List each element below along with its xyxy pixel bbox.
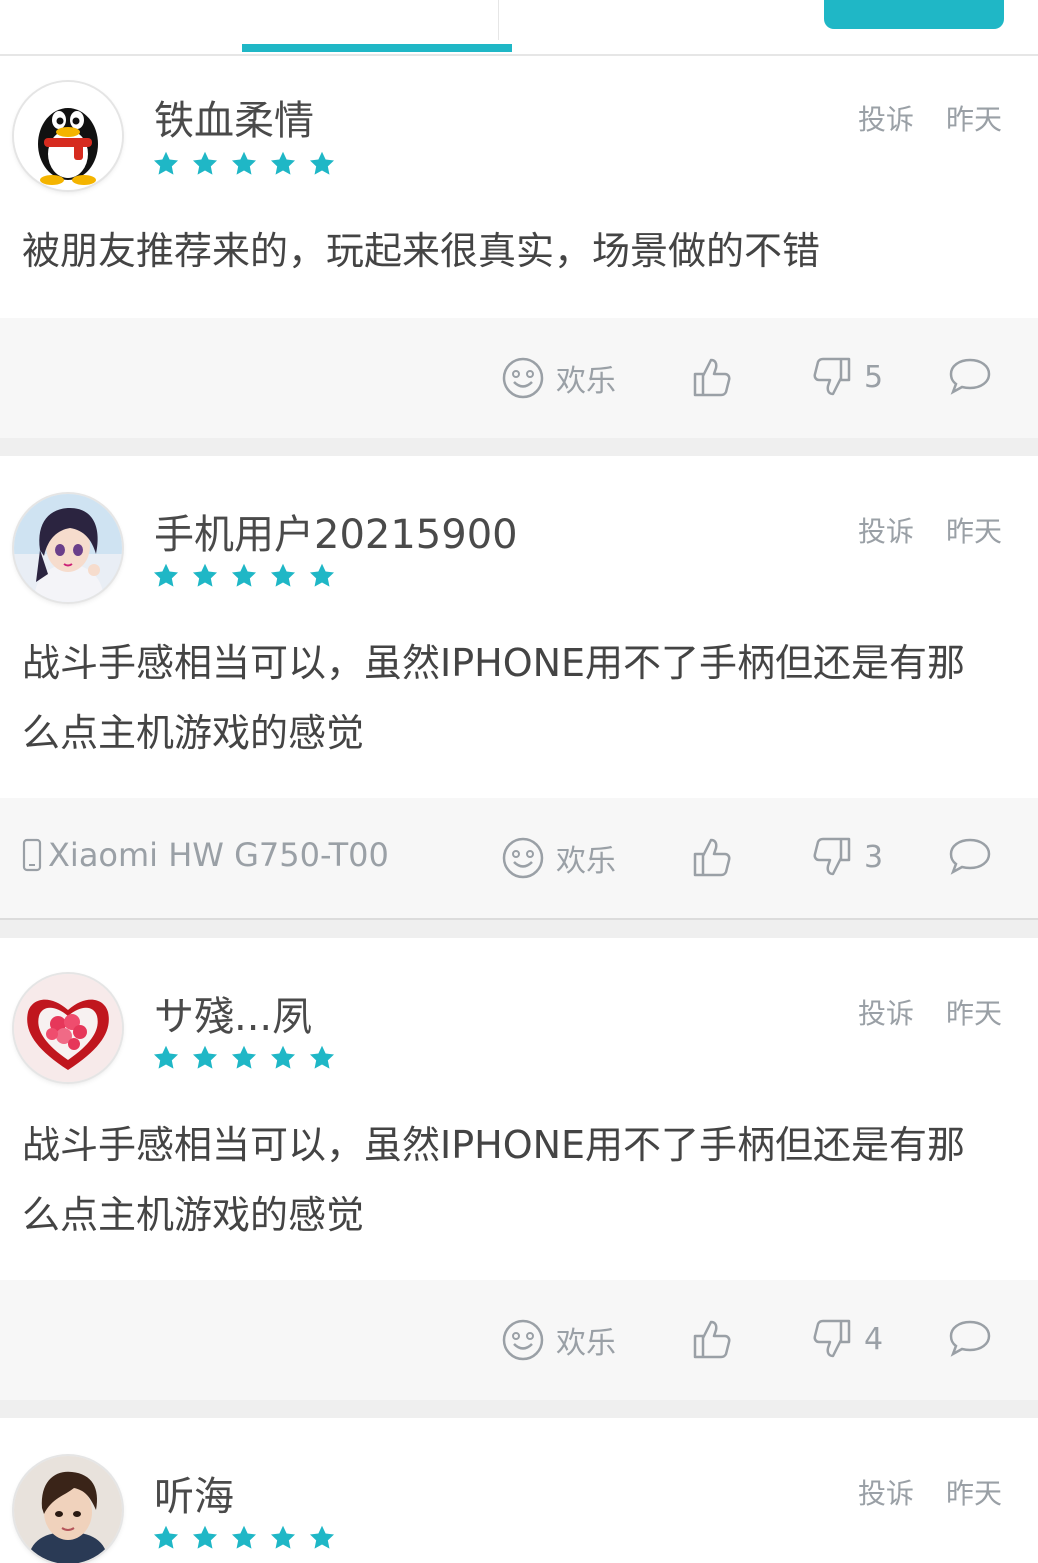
top-tab-bar — [0, 0, 1038, 56]
star-icon — [192, 1525, 218, 1549]
avatar[interactable] — [14, 974, 122, 1082]
thumbs-down-icon — [813, 837, 851, 876]
device-name: Xiaomi HW G750-T00 — [48, 836, 389, 874]
star-icon — [270, 151, 296, 175]
review-card: 听海 投诉 昨天 — [0, 1418, 1038, 1563]
complain-link[interactable]: 投诉 — [858, 1472, 914, 1512]
username[interactable]: 听海 — [154, 1464, 234, 1522]
complain-link[interactable]: 投诉 — [858, 98, 914, 138]
star-icon — [270, 563, 296, 587]
reply-button[interactable] — [948, 836, 992, 876]
review-time: 昨天 — [945, 1477, 1002, 1510]
review-meta: 投诉 昨天 — [858, 98, 1002, 138]
star-icon — [231, 563, 257, 587]
star-icon — [153, 1525, 179, 1549]
username[interactable]: 手机用户20215900 — [154, 502, 518, 560]
star-icon — [309, 1525, 335, 1549]
dislike-count: 4 — [864, 1321, 884, 1357]
review-content: 被朋友推荐来的，玩起来很真实，场景做的不错 — [22, 229, 821, 273]
review-content: 战斗手感相当可以，虽然IPHONE用不了手柄但还是有那么点主机游戏的感觉 — [22, 641, 966, 755]
star-icon — [270, 1525, 296, 1549]
qq-penguin-avatar-icon — [14, 82, 122, 190]
like-button[interactable] — [692, 1318, 732, 1360]
review-meta: 投诉 昨天 — [858, 1472, 1002, 1512]
thumbs-up-icon — [693, 838, 731, 877]
dislike-button[interactable]: 3 — [812, 836, 883, 878]
rating-stars — [152, 1524, 336, 1552]
star-icon — [153, 563, 179, 587]
tab-divider — [498, 0, 499, 40]
star-icon — [231, 1045, 257, 1069]
rating-stars — [152, 150, 336, 178]
star-icon — [192, 1045, 218, 1069]
review-time: 昨天 — [945, 515, 1002, 548]
like-button[interactable] — [692, 356, 732, 398]
avatar[interactable] — [14, 494, 122, 602]
review-time: 昨天 — [945, 997, 1002, 1030]
complain-link[interactable]: 投诉 — [858, 992, 914, 1032]
separator — [0, 438, 1038, 456]
username[interactable]: 铁血柔情 — [154, 88, 314, 146]
mood-label: 欢乐 — [556, 364, 616, 399]
rating-stars — [152, 1044, 336, 1072]
username[interactable]: サ殘...夙 — [154, 984, 312, 1042]
mood-label: 欢乐 — [556, 844, 616, 879]
star-icon — [153, 1045, 179, 1069]
review-meta: 投诉 昨天 — [858, 992, 1002, 1032]
smiley-icon — [502, 837, 544, 879]
review-actions-bar: 欢乐 4 — [0, 1280, 1038, 1402]
comment-icon — [949, 1320, 991, 1357]
thumbs-down-icon — [813, 1319, 851, 1358]
phone-icon — [22, 838, 42, 872]
dislike-count: 5 — [864, 359, 884, 395]
star-icon — [309, 151, 335, 175]
star-icon — [231, 151, 257, 175]
mood-label: 欢乐 — [556, 1326, 616, 1361]
heart-strawberry-avatar-icon — [14, 974, 122, 1082]
star-icon — [192, 563, 218, 587]
separator — [0, 1400, 1038, 1418]
avatar[interactable] — [14, 82, 122, 190]
thumbs-up-icon — [693, 358, 731, 397]
anime-girl-avatar-icon — [14, 494, 122, 602]
review-card: サ殘...夙 投诉 昨天 战斗手感相当可以，虽然IPHONE用不了手柄但还是有那… — [0, 938, 1038, 1402]
mood-button[interactable]: 欢乐 — [502, 836, 616, 880]
top-action-button[interactable] — [824, 0, 1004, 29]
review-card: 手机用户20215900 投诉 昨天 战斗手感相当可以，虽然IPHONE用不了手… — [0, 456, 1038, 920]
mood-button[interactable]: 欢乐 — [502, 356, 616, 400]
mood-button[interactable]: 欢乐 — [502, 1318, 616, 1362]
star-icon — [231, 1525, 257, 1549]
star-icon — [309, 1045, 335, 1069]
rating-stars — [152, 562, 336, 590]
comment-icon — [949, 838, 991, 875]
dislike-button[interactable]: 5 — [812, 356, 883, 398]
review-time: 昨天 — [945, 103, 1002, 136]
dislike-count: 3 — [864, 839, 884, 875]
thumbs-down-icon — [813, 357, 851, 396]
like-button[interactable] — [692, 836, 732, 878]
boy-portrait-avatar-icon — [14, 1456, 122, 1563]
star-icon — [309, 563, 335, 587]
thumbs-up-icon — [693, 1320, 731, 1359]
star-icon — [192, 151, 218, 175]
active-tab-indicator[interactable] — [242, 44, 512, 52]
review-content: 战斗手感相当可以，虽然IPHONE用不了手柄但还是有那么点主机游戏的感觉 — [22, 1123, 966, 1237]
review-meta: 投诉 昨天 — [858, 510, 1002, 550]
dislike-button[interactable]: 4 — [812, 1318, 883, 1360]
review-actions-bar: 欢乐 5 — [0, 318, 1038, 440]
smiley-icon — [502, 357, 544, 399]
star-icon — [270, 1045, 296, 1069]
reply-button[interactable] — [948, 356, 992, 396]
avatar[interactable] — [14, 1456, 122, 1563]
complain-link[interactable]: 投诉 — [858, 510, 914, 550]
star-icon — [153, 151, 179, 175]
smiley-icon — [502, 1319, 544, 1361]
comment-icon — [949, 358, 991, 395]
device-info: Xiaomi HW G750-T00 — [22, 836, 389, 874]
review-actions-bar: Xiaomi HW G750-T00 欢乐 3 — [0, 798, 1038, 920]
review-card: 铁血柔情 投诉 昨天 被朋友推荐来的，玩起来很真实，场景做的不错 欢乐 5 — [0, 56, 1038, 440]
separator — [0, 920, 1038, 938]
reply-button[interactable] — [948, 1318, 992, 1358]
